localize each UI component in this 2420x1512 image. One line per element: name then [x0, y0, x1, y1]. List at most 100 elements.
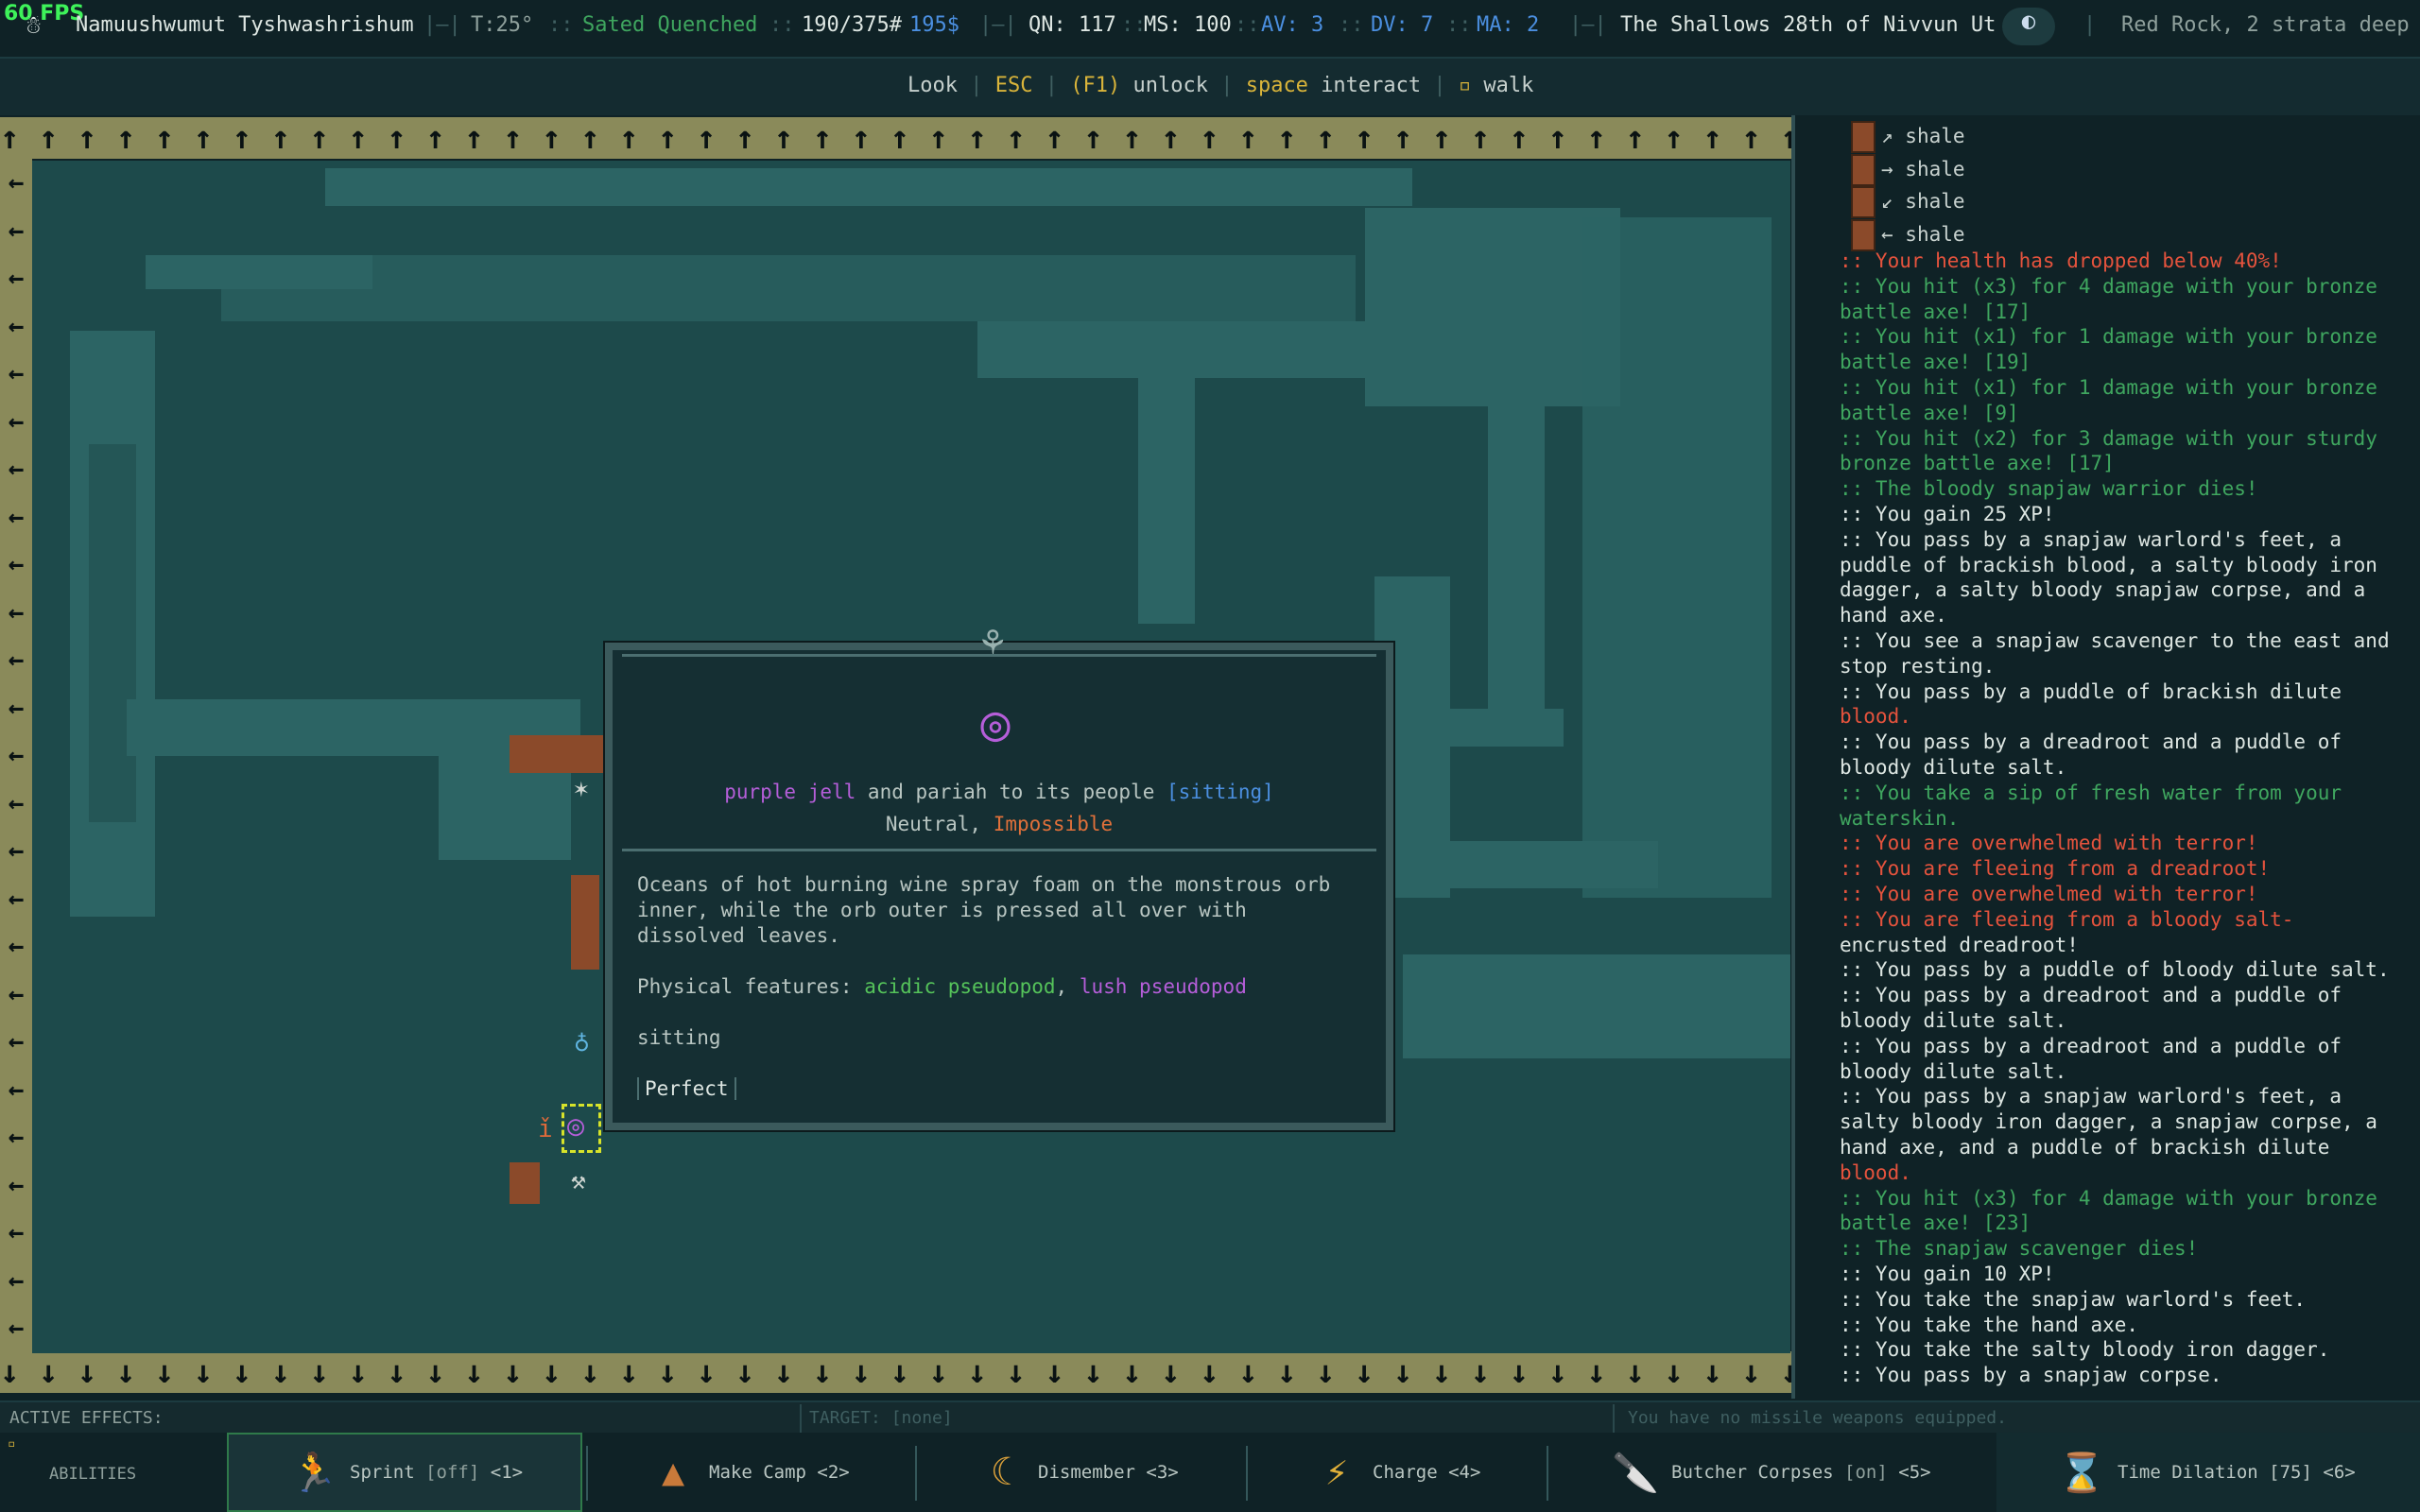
divider — [1547, 1446, 1548, 1501]
direction-arrow-icon: ← — [1881, 222, 1906, 246]
separator: :: — [1235, 13, 1260, 37]
log-message: :: You see a snapjaw scavenger to the ea… — [1840, 629, 2390, 652]
log-shale-label: shale — [1905, 222, 1965, 246]
log-message: :: You hit (x1) for 1 damage with your b… — [1840, 325, 2377, 349]
purple-jell-icon[interactable]: ◎ — [567, 1109, 584, 1143]
hint-walk-icon: ▫ — [1458, 74, 1472, 97]
active-effects-label: ACTIVE EFFECTS: — [9, 1408, 164, 1428]
target-label: TARGET: [none] — [809, 1408, 953, 1428]
log-message: :: You pass by a puddle of brackish dilu… — [1840, 679, 2342, 703]
corpse-icon[interactable]: ✶ — [574, 775, 589, 803]
effects-bar: ACTIVE EFFECTS: TARGET: [none] You have … — [0, 1400, 2420, 1435]
hint-f1-key[interactable]: (F1) — [1070, 74, 1120, 97]
log-shale-entry[interactable]: → shale — [1851, 153, 1965, 186]
shale-icon — [1851, 121, 1876, 153]
divider — [915, 1446, 917, 1501]
ability-time-dilation[interactable]: ⌛ Time Dilation [75] <6> — [2058, 1433, 2356, 1512]
log-message: blood. — [1840, 705, 1911, 729]
cave-wall — [1450, 841, 1658, 888]
log-message: battle axe! [19] — [1840, 351, 2031, 374]
separator: :: — [1121, 13, 1147, 37]
ability-make-camp[interactable]: ▲ Make Camp <2> — [652, 1433, 850, 1512]
weight: 190/375# — [802, 13, 902, 37]
creature-portrait-icon: ◎ — [980, 696, 1011, 752]
log-message: stop resting. — [1840, 654, 1996, 678]
log-message: puddle of brackish blood, a salty bloody… — [1840, 553, 2377, 576]
creature-name: purple jell — [724, 781, 856, 803]
rubble-wall — [1403, 954, 1790, 1058]
map-edge-west[interactable]: ← ← ← ← ← ← ← ← ← ← ← ← ← ← ← ← ← ← ← ← ← ← ← ← ← — [0, 159, 32, 1351]
log-message: :: You take the salty bloody iron dagger… — [1840, 1338, 2330, 1362]
cave-wall — [1488, 406, 1545, 747]
log-message: battle axe! [17] — [1840, 300, 2031, 323]
log-message: battle axe! [23] — [1840, 1211, 2031, 1235]
log-message: :: You take a sip of fresh water from yo… — [1840, 781, 2342, 804]
log-message: bloody dilute salt. — [1840, 1059, 2067, 1083]
log-message: :: The snapjaw scavenger dies! — [1840, 1237, 2199, 1261]
cave-wall — [1138, 378, 1195, 624]
map-edge-north[interactable]: ↑ ↑ ↑ ↑ ↑ ↑ ↑ ↑ ↑ ↑ ↑ ↑ ↑ ↑ ↑ ↑ ↑ ↑ ↑ ↑ … — [0, 117, 1791, 159]
game-date: The Shallows 28th of Nivvun Ut — [1620, 13, 1996, 37]
campfire-icon: ▲ — [661, 1451, 685, 1494]
separator: :: — [1446, 13, 1472, 37]
hint-walk: walk — [1483, 74, 1534, 97]
creature-disposition: Neutral, Impossible — [613, 813, 1386, 835]
snapjaw-icon[interactable]: ǐ — [538, 1115, 553, 1143]
status-bar: 60 FPS ☃ Namuushwumut Tyshwashrishum |—|… — [0, 0, 2420, 59]
abilities-toggle-icon[interactable]: ▫ — [8, 1436, 15, 1452]
hint-text: Look | ESC | (F1) unlock | space interac… — [908, 74, 1534, 97]
abilities-label: ABILITIES — [49, 1465, 137, 1484]
player-name[interactable]: Namuushwumut Tyshwashrishum — [76, 13, 414, 37]
divider — [800, 1404, 802, 1433]
log-message: dagger, a salty bloody snapjaw corpse, a… — [1840, 578, 2366, 602]
map-edge-south[interactable]: ↓ ↓ ↓ ↓ ↓ ↓ ↓ ↓ ↓ ↓ ↓ ↓ ↓ ↓ ↓ ↓ ↓ ↓ ↓ ↓ … — [0, 1351, 1791, 1393]
log-message: :: You gain 10 XP! — [1840, 1263, 2055, 1285]
missile-weapon-text: You have no missile weapons equipped. — [1628, 1408, 2007, 1428]
ability-charge[interactable]: ⚡ Charge <4> — [1316, 1433, 1480, 1512]
log-shale-entry[interactable]: ↗ shale — [1851, 121, 1965, 153]
ability-butcher-corpses[interactable]: 🔪 Butcher Corpses [on] <5> — [1612, 1433, 1931, 1512]
temperature: T:25° — [471, 13, 534, 37]
log-message: :: You pass by a snapjaw corpse. — [1840, 1364, 2222, 1387]
physical-features: Physical features: acidic pseudopod, lus… — [637, 975, 1247, 998]
popup-divider — [622, 849, 1376, 851]
ability-dismember[interactable]: ☾ Dismember <3> — [981, 1433, 1179, 1512]
direction-arrow-icon: ↙ — [1881, 190, 1906, 213]
log-shale-entry[interactable]: ← shale — [1851, 218, 1965, 251]
hint-esc-key[interactable]: ESC — [995, 74, 1033, 97]
log-message: :: You are fleeing from a dreadroot! — [1840, 857, 2271, 881]
log-shale-label: shale — [1905, 157, 1965, 180]
description-line: dissolved leaves. — [637, 924, 840, 947]
log-message: :: You hit (x3) for 4 damage with your b… — [1840, 1186, 2377, 1210]
location: Red Rock, 2 strata deep — [2121, 13, 2410, 37]
log-message: waterskin. — [1840, 806, 1960, 830]
shale-icon — [1851, 186, 1876, 218]
moon-phase-icon: ◐ — [2002, 8, 2055, 45]
separator: | — [2083, 13, 2097, 37]
player-icon[interactable]: ☃ — [26, 11, 42, 40]
difficulty-label: Impossible — [993, 813, 1114, 835]
cave-wall — [325, 168, 1412, 206]
log-message: :: You pass by a snapjaw warlord's feet,… — [1840, 527, 2342, 551]
cave-wall — [89, 444, 136, 822]
log-shale-entry[interactable]: ↙ shale — [1851, 186, 1965, 218]
hint-interact: interact — [1321, 74, 1422, 97]
log-message: :: You are fleeing from a bloody salt- — [1840, 907, 2294, 931]
hand-axe-icon[interactable]: ⚒ — [571, 1167, 586, 1195]
feature-lush: lush pseudopod — [1079, 975, 1247, 998]
log-message: hand axe. — [1840, 604, 1947, 627]
description-line: Oceans of hot burning wine spray foam on… — [637, 873, 1331, 896]
log-message: blood. — [1840, 1160, 1911, 1184]
butcher-knife-icon: 🔪 — [1612, 1451, 1659, 1495]
disposition-label: Neutral, — [885, 813, 982, 835]
hint-unlock: unlock — [1132, 74, 1208, 97]
separator: |—| — [424, 13, 461, 37]
hint-space-key[interactable]: space — [1246, 74, 1308, 97]
brick-wall — [510, 1162, 540, 1204]
divider — [1246, 1446, 1248, 1501]
log-message: :: You hit (x2) for 3 damage with your s… — [1840, 426, 2377, 450]
shale-icon — [1851, 153, 1876, 186]
waterskin-icon[interactable]: ♁ — [574, 1025, 590, 1057]
dismember-icon: ☾ — [990, 1451, 1014, 1494]
ability-sprint[interactable]: 🏃 Sprint [off] <1> — [290, 1433, 523, 1512]
